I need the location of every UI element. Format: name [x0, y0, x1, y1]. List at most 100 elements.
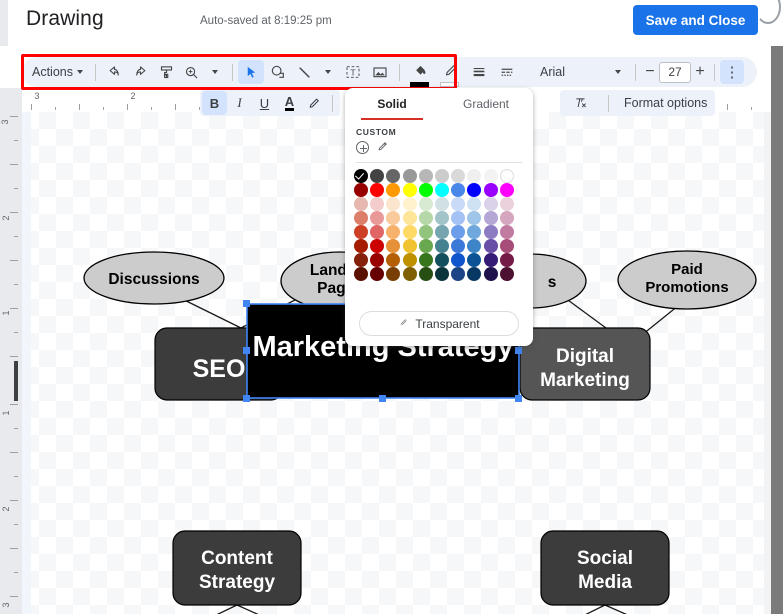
- color-swatch-6-6[interactable]: [451, 253, 466, 267]
- color-swatch-7-3[interactable]: [402, 267, 417, 281]
- color-swatch-6-8[interactable]: [483, 253, 498, 267]
- decrease-font-size-button[interactable]: −: [641, 63, 659, 81]
- node-discussions[interactable]: Discussions: [83, 251, 225, 305]
- color-swatch-5-2[interactable]: [386, 239, 401, 253]
- color-swatch-0-9[interactable]: [499, 169, 514, 183]
- line-dropdown-button[interactable]: [316, 60, 340, 84]
- color-swatch-4-2[interactable]: [386, 225, 401, 239]
- color-swatch-4-7[interactable]: [467, 225, 482, 239]
- color-swatch-4-1[interactable]: [370, 225, 385, 239]
- color-swatch-0-1[interactable]: [370, 169, 385, 183]
- color-swatch-1-0[interactable]: [354, 183, 368, 197]
- clear-formatting-button[interactable]: [568, 91, 593, 115]
- tab-gradient[interactable]: Gradient: [439, 88, 533, 120]
- color-swatch-7-9[interactable]: [499, 267, 514, 281]
- color-swatch-1-6[interactable]: [451, 183, 466, 197]
- zoom-dropdown-button[interactable]: [203, 60, 227, 84]
- fill-color-picker-popup[interactable]: Solid Gradient CUSTOM Transparent: [345, 88, 533, 346]
- color-swatch-0-5[interactable]: [434, 169, 449, 183]
- color-swatch-1-8[interactable]: [483, 183, 498, 197]
- transparent-button[interactable]: Transparent: [359, 311, 519, 336]
- color-swatch-6-4[interactable]: [418, 253, 433, 267]
- color-swatch-6-3[interactable]: [402, 253, 417, 267]
- tab-solid[interactable]: Solid: [345, 88, 439, 120]
- color-swatch-5-3[interactable]: [402, 239, 417, 253]
- color-swatch-2-4[interactable]: [418, 197, 433, 211]
- color-swatch-7-7[interactable]: [467, 267, 482, 281]
- color-swatch-6-0[interactable]: [354, 253, 368, 267]
- color-swatch-3-8[interactable]: [483, 211, 498, 225]
- color-swatch-2-6[interactable]: [451, 197, 466, 211]
- underline-button[interactable]: U: [252, 91, 277, 115]
- color-swatch-2-0[interactable]: [354, 197, 368, 211]
- color-swatch-2-9[interactable]: [499, 197, 514, 211]
- color-swatch-6-7[interactable]: [467, 253, 482, 267]
- color-swatch-6-2[interactable]: [386, 253, 401, 267]
- color-swatch-7-1[interactable]: [370, 267, 385, 281]
- image-tool-button[interactable]: [366, 60, 394, 84]
- color-swatch-5-5[interactable]: [434, 239, 449, 253]
- color-swatch-0-3[interactable]: [402, 169, 417, 183]
- eyedropper-icon[interactable]: [377, 140, 389, 155]
- color-swatch-3-6[interactable]: [451, 211, 466, 225]
- color-swatch-7-6[interactable]: [451, 267, 466, 281]
- color-swatch-7-2[interactable]: [386, 267, 401, 281]
- color-swatch-7-0[interactable]: [354, 267, 368, 281]
- color-swatch-7-8[interactable]: [483, 267, 498, 281]
- color-swatch-3-3[interactable]: [402, 211, 417, 225]
- color-swatch-2-2[interactable]: [386, 197, 401, 211]
- color-swatch-3-9[interactable]: [499, 211, 514, 225]
- color-swatch-6-1[interactable]: [370, 253, 385, 267]
- color-swatch-3-0[interactable]: [354, 211, 368, 225]
- color-swatch-2-7[interactable]: [467, 197, 482, 211]
- border-color-button[interactable]: [437, 60, 465, 87]
- color-swatch-0-6[interactable]: [451, 169, 466, 183]
- select-tool-button[interactable]: [238, 60, 264, 84]
- color-swatch-2-8[interactable]: [483, 197, 498, 211]
- color-swatch-1-3[interactable]: [402, 183, 417, 197]
- bold-button[interactable]: B: [202, 91, 227, 115]
- increase-font-size-button[interactable]: +: [691, 63, 709, 81]
- border-dash-button[interactable]: [493, 60, 521, 84]
- color-swatch-7-5[interactable]: [434, 267, 449, 281]
- color-swatch-1-9[interactable]: [499, 183, 514, 197]
- font-size-input[interactable]: 27: [659, 61, 691, 83]
- more-options-button[interactable]: ⋮: [720, 60, 744, 84]
- node-content-strategy[interactable]: Content Strategy: [172, 530, 302, 606]
- color-swatch-3-1[interactable]: [370, 211, 385, 225]
- color-swatch-4-5[interactable]: [434, 225, 449, 239]
- color-swatch-4-3[interactable]: [402, 225, 417, 239]
- color-swatch-4-6[interactable]: [451, 225, 466, 239]
- font-family-dropdown-button[interactable]: [606, 60, 630, 84]
- color-swatch-0-4[interactable]: [418, 169, 433, 183]
- highlight-color-button[interactable]: [302, 91, 327, 115]
- color-swatch-0-8[interactable]: [483, 169, 498, 183]
- color-swatch-3-7[interactable]: [467, 211, 482, 225]
- text-color-button[interactable]: A: [277, 91, 302, 115]
- color-swatch-0-2[interactable]: [386, 169, 401, 183]
- undo-button[interactable]: [101, 60, 127, 84]
- color-swatch-0-0[interactable]: [354, 169, 368, 183]
- color-swatch-5-1[interactable]: [370, 239, 385, 253]
- add-custom-color-icon[interactable]: [356, 141, 369, 154]
- color-swatch-1-1[interactable]: [370, 183, 385, 197]
- color-swatch-1-2[interactable]: [386, 183, 401, 197]
- zoom-button[interactable]: [179, 60, 203, 84]
- color-swatch-grid[interactable]: [354, 169, 533, 281]
- color-swatch-1-5[interactable]: [434, 183, 449, 197]
- color-swatch-2-1[interactable]: [370, 197, 385, 211]
- color-swatch-3-5[interactable]: [434, 211, 449, 225]
- save-and-close-button[interactable]: Save and Close: [633, 5, 758, 35]
- color-swatch-0-7[interactable]: [467, 169, 482, 183]
- color-swatch-3-4[interactable]: [418, 211, 433, 225]
- color-swatch-5-0[interactable]: [354, 239, 368, 253]
- format-painter-button[interactable]: [153, 60, 179, 84]
- color-swatch-4-8[interactable]: [483, 225, 498, 239]
- color-swatch-1-4[interactable]: [418, 183, 433, 197]
- color-swatch-1-7[interactable]: [467, 183, 482, 197]
- text-box-tool-button[interactable]: T: [340, 60, 366, 84]
- color-swatch-5-4[interactable]: [418, 239, 433, 253]
- fill-color-button[interactable]: [407, 60, 433, 87]
- redo-button[interactable]: [127, 60, 153, 84]
- node-social-media[interactable]: Social Media: [540, 530, 670, 606]
